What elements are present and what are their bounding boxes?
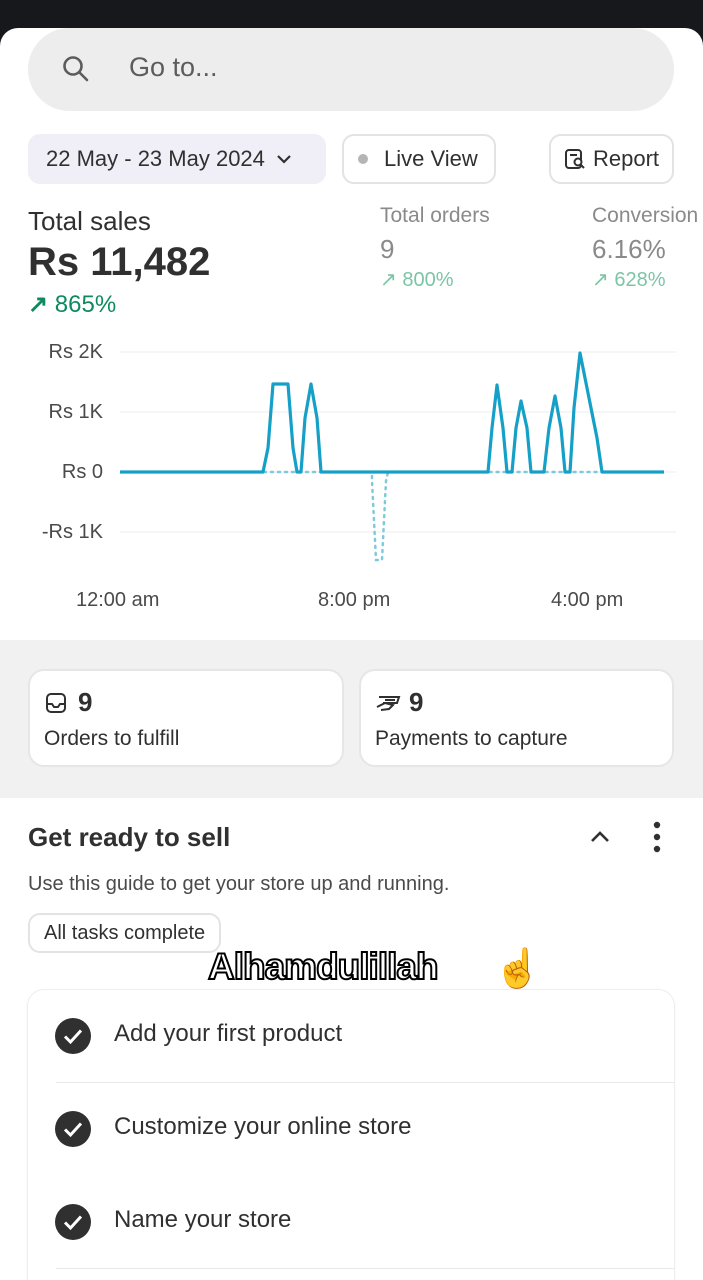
conversion-label: Conversion (592, 204, 699, 227)
chevron-down-icon (277, 155, 291, 164)
live-view-label: Live View (384, 146, 478, 171)
cash-icon (376, 696, 401, 711)
comparison-series-line (262, 470, 666, 562)
payments-to-capture-count: 9 (409, 687, 424, 717)
arrow-up-right-icon: ↗ (380, 269, 397, 291)
x-tick-label: 4:00 pm (551, 589, 624, 611)
task-list: Add your first product Customize your on… (28, 990, 674, 1280)
payments-to-capture-card[interactable]: 9 Payments to capture (359, 669, 674, 767)
live-dot-icon (358, 154, 368, 164)
x-tick-label: 12:00 am (76, 589, 160, 611)
orders-to-fulfill-count: 9 (78, 687, 93, 717)
report-icon (565, 149, 585, 169)
date-range-picker[interactable]: 22 May - 23 May 2024 (28, 134, 326, 184)
date-range-label: 22 May - 23 May 2024 (46, 146, 265, 171)
more-options-icon[interactable] (650, 820, 664, 854)
chart-plot (120, 351, 676, 562)
search-bar[interactable]: Go to... (28, 28, 674, 111)
checkmark-circle-icon (55, 1204, 91, 1240)
total-sales-value: Rs 11,482 (28, 240, 211, 284)
status-bar (0, 0, 703, 28)
home-panel: Go to... 22 May - 23 May 2024 Live View … (0, 28, 703, 1280)
list-item[interactable]: Customize your online store (28, 1083, 674, 1175)
arrow-up-right-icon: ↗ (592, 269, 609, 291)
checkmark-circle-icon (55, 1111, 91, 1147)
report-label: Report (593, 146, 660, 171)
live-view-button[interactable]: Live View (342, 134, 496, 184)
list-item[interactable]: Add your first product (28, 990, 674, 1082)
report-button[interactable]: Report (549, 134, 674, 184)
divider (56, 1268, 674, 1269)
total-orders-label: Total orders (380, 204, 490, 227)
payments-to-capture-label: Payments to capture (375, 727, 568, 750)
x-tick-label: 8:00 pm (318, 589, 391, 611)
task-label: Customize your online store (114, 1113, 412, 1140)
total-sales-change-value: 865% (54, 291, 117, 318)
search-placeholder: Go to... (129, 52, 218, 82)
arrow-up-right-icon: ↗ (28, 291, 49, 318)
total-orders-value: 9 (380, 234, 395, 264)
total-orders-change: ↗ 800% (380, 267, 453, 292)
overlay-caption: Alhamdulillah (207, 945, 440, 988)
search-icon (63, 56, 89, 82)
total-sales-label: Total sales (28, 206, 151, 236)
setup-guide-title: Get ready to sell (28, 822, 231, 852)
orders-to-fulfill-label: Orders to fulfill (44, 727, 180, 750)
task-label: Add your first product (114, 1020, 343, 1047)
setup-guide-description: Use this guide to get your store up and … (28, 873, 450, 895)
conversion-value: 6.16% (592, 234, 666, 264)
task-label: Name your store (114, 1206, 292, 1233)
conversion-change: ↗ 628% (592, 267, 665, 292)
total-sales-change: ↗ 865% (28, 290, 116, 319)
pointing-up-icon: ☝️ (494, 948, 542, 990)
list-item[interactable]: Name your store (28, 1176, 674, 1268)
conversion-change-value: 628% (614, 269, 666, 291)
status-badge: All tasks complete (28, 913, 222, 953)
inbox-icon (46, 693, 66, 713)
checkmark-circle-icon (55, 1018, 91, 1054)
chevron-up-icon[interactable] (588, 828, 612, 846)
total-orders-change-value: 800% (402, 269, 454, 291)
orders-to-fulfill-card[interactable]: 9 Orders to fulfill (28, 669, 344, 767)
